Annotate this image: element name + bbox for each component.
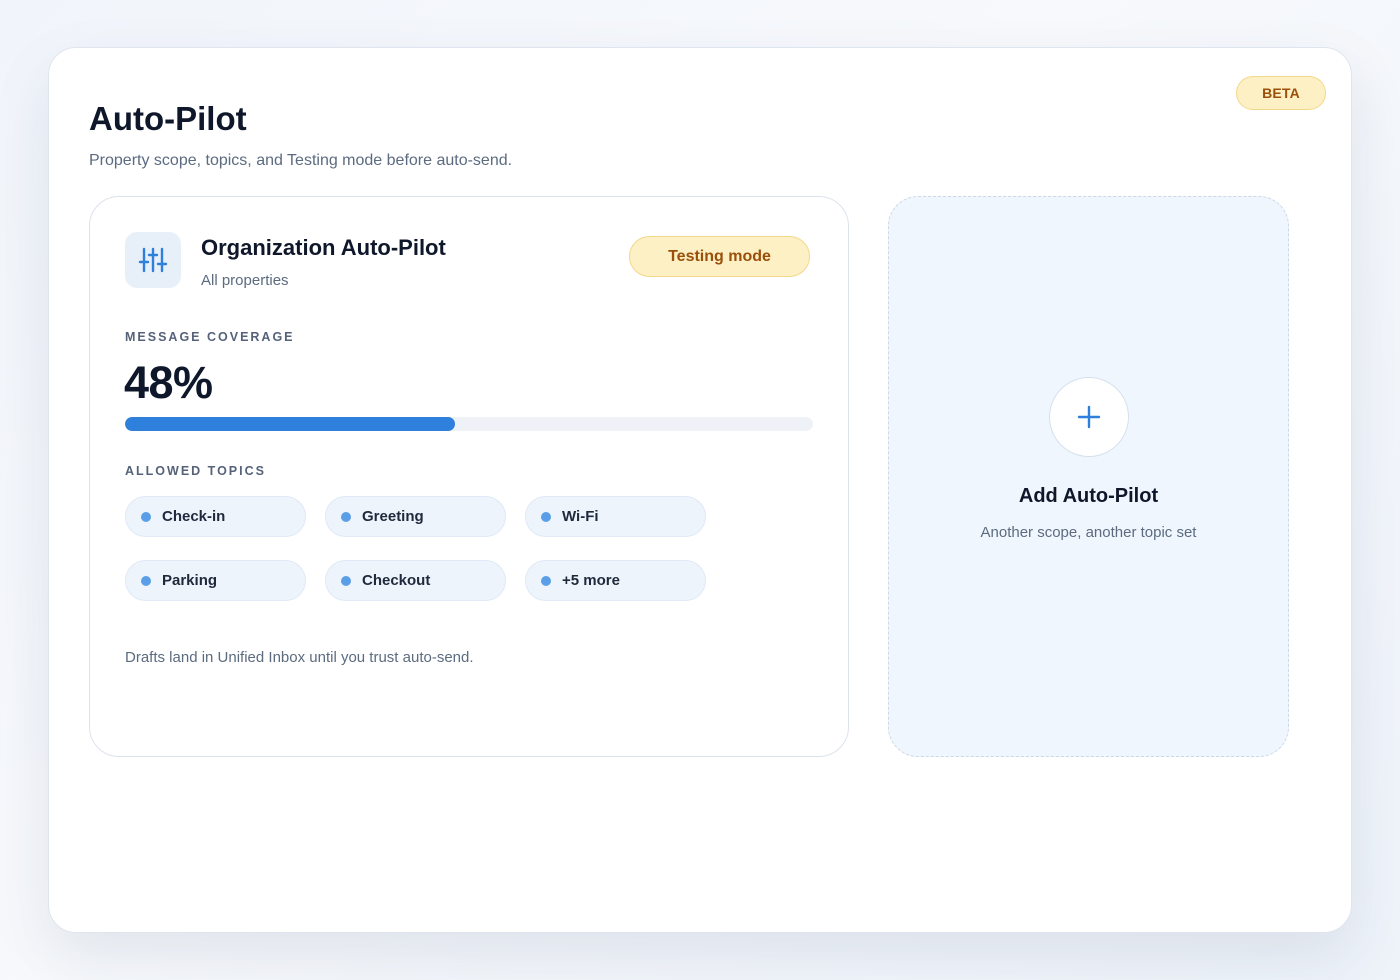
topic-label: Greeting: [362, 508, 424, 525]
organization-autopilot-card[interactable]: Organization Auto-Pilot All properties T…: [89, 196, 849, 757]
plus-icon: [1077, 405, 1101, 429]
card-title: Organization Auto-Pilot: [201, 235, 446, 260]
add-card-subtitle: Another scope, another topic set: [980, 524, 1197, 541]
add-card-title: Add Auto-Pilot: [1018, 485, 1159, 507]
testing-mode-badge[interactable]: Testing mode: [629, 236, 810, 277]
card-scope: All properties: [201, 272, 289, 289]
autopilot-panel: BETA Auto-Pilot Property scope, topics, …: [48, 47, 1352, 933]
topic-chip[interactable]: Greeting: [325, 496, 506, 537]
topic-label: Checkout: [362, 572, 431, 589]
topic-chip[interactable]: Check-in: [125, 496, 306, 537]
page-title: Auto-Pilot: [89, 100, 247, 137]
topic-label: Parking: [162, 572, 218, 589]
coverage-value: 48%: [124, 357, 213, 408]
add-autopilot-button[interactable]: [1049, 377, 1129, 457]
card-footer-note: Drafts land in Unified Inbox until you t…: [125, 649, 474, 666]
dot-icon: [541, 575, 551, 586]
add-autopilot-card[interactable]: Add Auto-Pilot Another scope, another to…: [888, 196, 1289, 757]
topic-chip[interactable]: Wi-Fi: [525, 496, 706, 537]
topic-label: Wi-Fi: [562, 508, 599, 525]
topics-label: ALLOWED TOPICS: [125, 464, 266, 478]
dot-icon: [141, 511, 151, 522]
dot-icon: [341, 511, 351, 522]
dot-icon: [141, 575, 151, 586]
topic-chip[interactable]: Checkout: [325, 560, 506, 601]
page-subtitle: Property scope, topics, and Testing mode…: [89, 152, 513, 169]
coverage-progress-bar: [125, 417, 813, 431]
coverage-label: MESSAGE COVERAGE: [125, 330, 295, 344]
topic-label: +5 more: [562, 572, 620, 589]
topic-label: Check-in: [162, 508, 226, 525]
coverage-progress-fill: [125, 417, 456, 431]
sliders-icon: [125, 232, 181, 288]
dot-icon: [541, 511, 551, 522]
more-topics-chip[interactable]: +5 more: [525, 560, 706, 601]
dot-icon: [341, 575, 351, 586]
topic-chip[interactable]: Parking: [125, 560, 306, 601]
beta-badge: BETA: [1236, 76, 1326, 110]
